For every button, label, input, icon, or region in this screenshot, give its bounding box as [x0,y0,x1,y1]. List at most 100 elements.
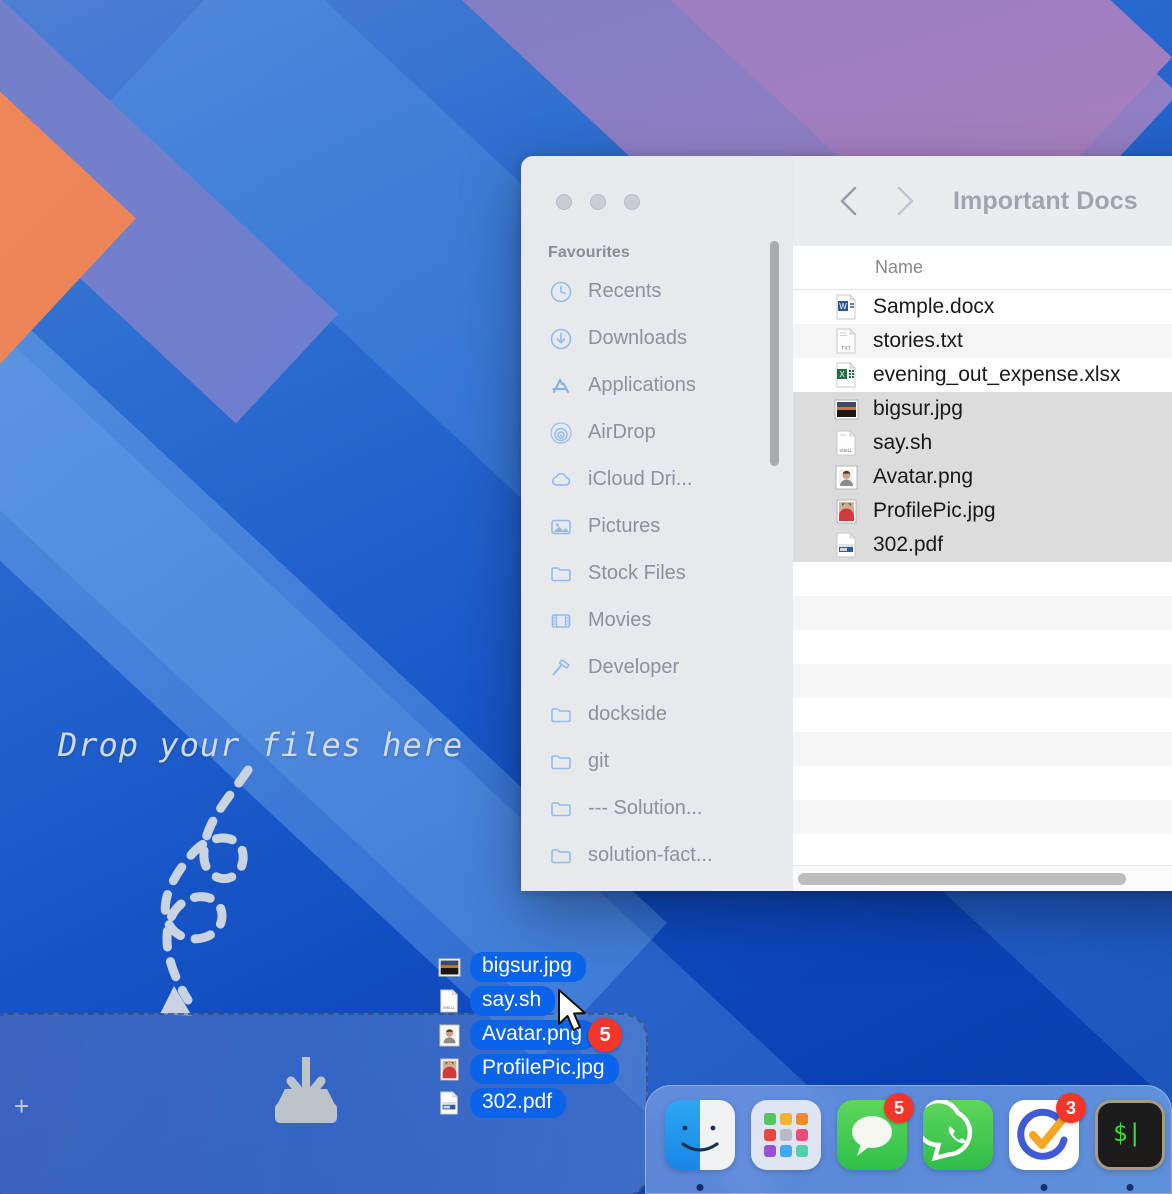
dock: 5 3 $| [645,1085,1172,1194]
sidebar-item-solution-fact[interactable]: solution-fact... [521,832,793,879]
sidebar-section-favourites: Favourites [548,244,630,261]
table-row-empty [793,562,1172,596]
whatsapp-icon[interactable] [923,1100,993,1170]
finder-toolbar: Important Docs [793,156,1172,246]
back-button[interactable] [823,174,877,228]
sidebar-item-applications[interactable]: Applications [521,362,793,409]
svg-text:SHELL: SHELL [443,1006,456,1010]
badge-count: 3 [1056,1093,1086,1123]
sidebar-item-label: Applications [588,374,696,396]
shell-script-icon: SHELL [437,989,461,1013]
sidebar-item-label: dockside [588,703,667,725]
sidebar-item-label: iCloud Dri... [588,468,693,490]
sidebar-item-dockside[interactable]: dockside [521,691,793,738]
sidebar-item-icloud-drive[interactable]: iCloud Dri... [521,456,793,503]
profile-thumb-icon [437,1057,461,1081]
film-icon [548,608,574,634]
avatar-thumb-icon [833,464,859,490]
sidebar-item-movies[interactable]: Movies [521,597,793,644]
file-name: bigsur.jpg [873,397,963,420]
scrollbar-thumb[interactable] [798,872,1126,885]
dock-item-launchpad[interactable] [751,1100,821,1170]
airdrop-icon [548,420,574,446]
pdf-doc-icon [833,532,859,558]
dock-item-finder[interactable] [665,1100,735,1191]
image-thumb-icon [437,955,461,979]
image-thumb-icon [833,396,859,422]
drop-hint-text: Drop your files here [58,726,464,764]
file-name: Avatar.png [873,465,974,488]
dock-item-things[interactable]: 3 [1009,1093,1086,1191]
launchpad-icon[interactable] [751,1100,821,1170]
terminal-icon[interactable]: $| [1095,1100,1165,1170]
table-row[interactable]: 302.pdf [793,528,1172,562]
sidebar-item-airdrop[interactable]: AirDrop [521,409,793,456]
running-indicator [1126,1184,1134,1191]
dock-item-whatsapp[interactable] [923,1100,993,1170]
file-name: stories.txt [873,329,963,352]
app-store-icon [548,373,574,399]
column-header-name[interactable]: Name [793,257,923,278]
drag-item-label: say.sh [470,986,556,1016]
sidebar-item-label: Pictures [588,515,661,537]
minimize-button[interactable] [590,194,606,210]
chevron-left-icon [840,186,857,216]
horizontal-scrollbar[interactable] [793,865,1172,891]
close-button[interactable] [556,194,572,210]
table-row[interactable]: ProfilePic.jpg [793,494,1172,528]
finder-icon[interactable] [665,1100,735,1170]
drag-item: SHELL say.sh [437,984,619,1018]
table-row[interactable]: TXT stories.txt [793,324,1172,358]
sidebar-item-recents[interactable]: Recents [521,268,793,315]
dock-item-terminal[interactable]: $| [1095,1100,1165,1191]
download-circle-icon [548,326,574,352]
zoom-button[interactable] [624,194,640,210]
chevron-right-icon [897,186,914,216]
sidebar-item-label: Downloads [588,327,687,349]
sidebar-item-downloads[interactable]: Downloads [521,315,793,362]
file-name: say.sh [873,431,933,454]
folder-icon [548,796,574,822]
table-row-empty [793,698,1172,732]
sidebar-item-stock-files[interactable]: Stock Files [521,550,793,597]
table-row[interactable]: W Sample.docx [793,290,1172,324]
txt-doc-icon: TXT [833,328,859,354]
add-files-plus-icon[interactable]: + [14,1093,29,1119]
sidebar-scrollbar[interactable] [770,241,779,466]
table-row-empty [793,732,1172,766]
sidebar-item-git[interactable]: git [521,738,793,785]
drag-item-label: bigsur.jpg [470,952,586,982]
table-row-empty [793,800,1172,834]
sidebar-item-solution[interactable]: --- Solution... [521,785,793,832]
table-row[interactable]: Avatar.png [793,460,1172,494]
page-title: Important Docs [953,186,1138,215]
running-indicator [1040,1184,1048,1191]
file-name: ProfilePic.jpg [873,499,996,522]
table-row-empty [793,766,1172,800]
drag-item: bigsur.jpg [437,950,619,984]
running-indicator [696,1184,704,1191]
table-row[interactable]: X evening_out_expense.xlsx [793,358,1172,392]
sidebar-item-developer[interactable]: Developer [521,644,793,691]
forward-button[interactable] [877,174,931,228]
finder-window[interactable]: Favourites Recents Downloads Application… [521,156,1172,891]
pdf-doc-icon [437,1091,461,1115]
table-row[interactable]: SHELL say.sh [793,426,1172,460]
svg-text:W: W [839,302,847,311]
sidebar-item-pictures[interactable]: Pictures [521,503,793,550]
dock-item-messages[interactable]: 5 [837,1093,914,1170]
drag-item: ProfilePic.jpg [437,1052,619,1086]
arrow-cursor-icon [558,989,586,1031]
drag-item-label: 302.pdf [470,1088,567,1118]
table-row[interactable]: bigsur.jpg [793,392,1172,426]
sidebar-item-label: solution-fact... [588,844,713,866]
svg-text:TXT: TXT [841,346,850,352]
shell-script-icon: SHELL [833,430,859,456]
sidebar-item-label: Recents [588,280,662,302]
sidebar-item-label: AirDrop [588,421,656,443]
svg-text:X: X [839,370,845,379]
file-list-header: Name [793,246,1172,290]
window-traffic-lights[interactable] [521,156,793,210]
sidebar-item-list: Recents Downloads Applications AirDrop i… [521,268,793,891]
folder-icon [548,749,574,775]
